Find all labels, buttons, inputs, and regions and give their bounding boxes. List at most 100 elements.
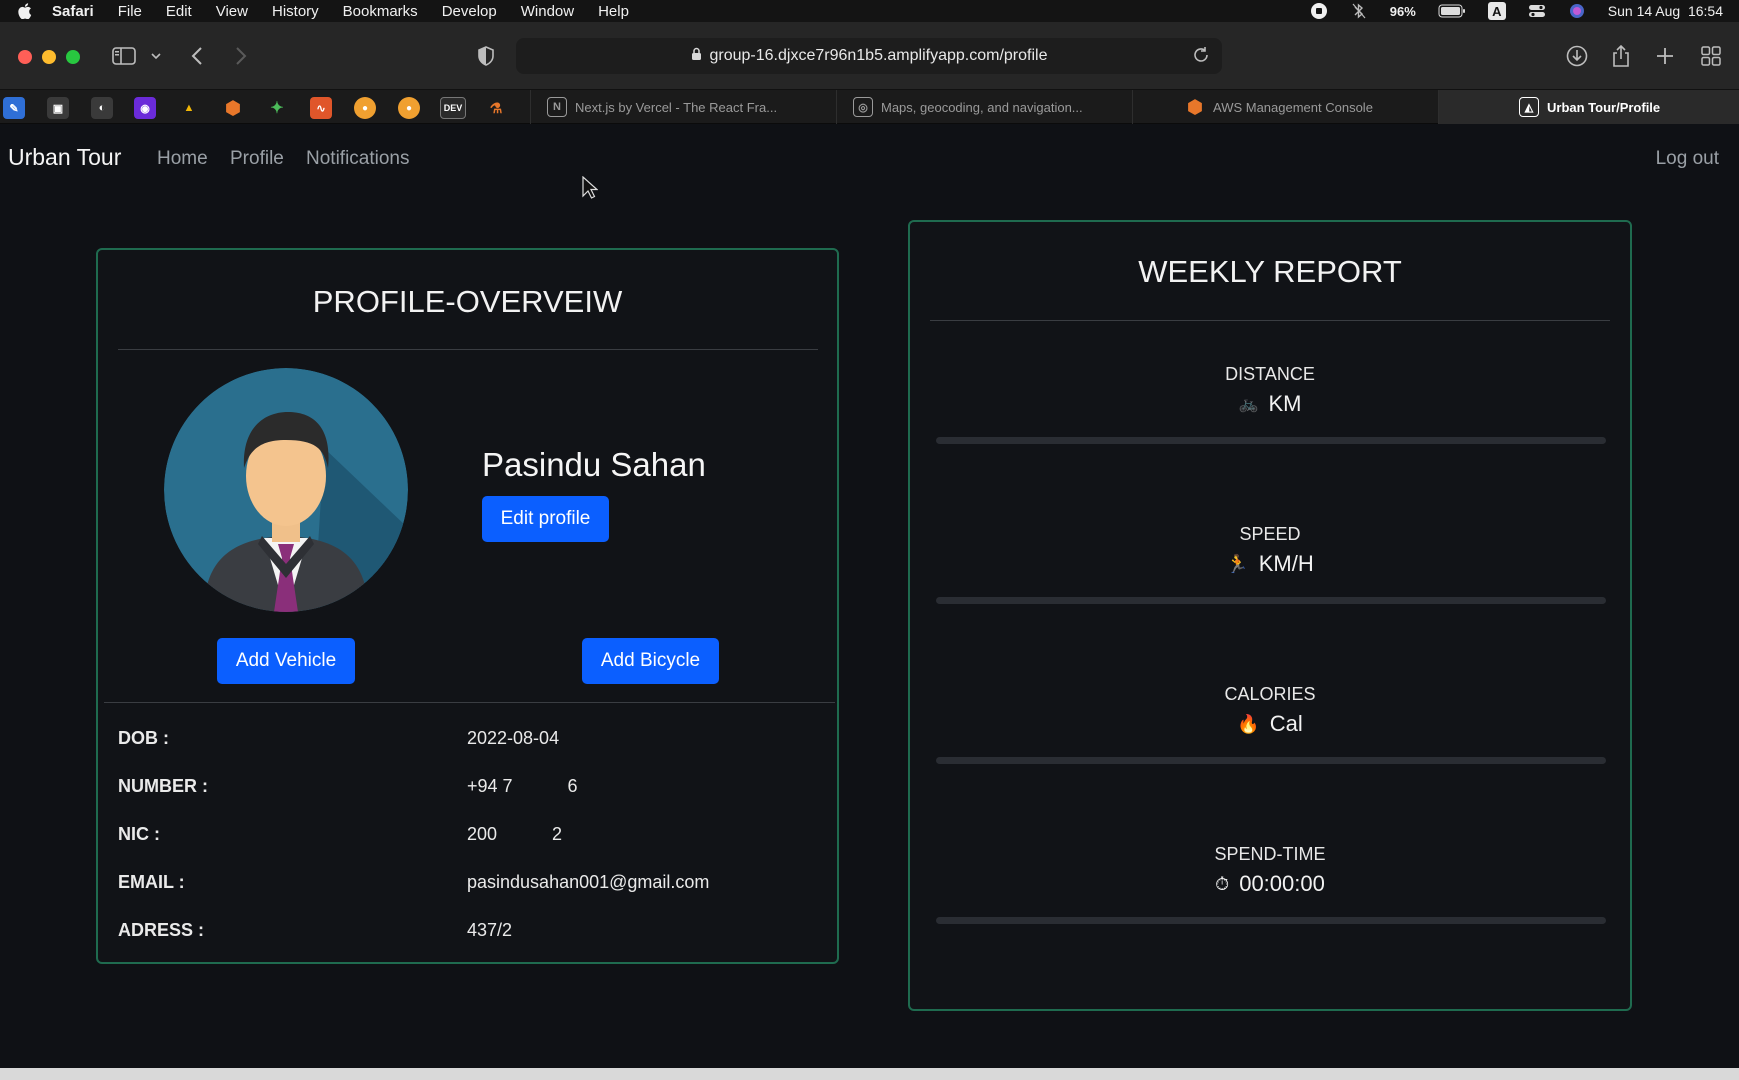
profile-card-title: PROFILE-OVERVEIW <box>312 284 623 319</box>
calories-label: CALORIES <box>1224 684 1316 704</box>
tab-title: Next.js by Vercel - The React Fra... <box>575 99 778 115</box>
minimize-window-button[interactable] <box>42 50 56 64</box>
distance-label: DISTANCE <box>1225 364 1315 384</box>
menu-view[interactable]: View <box>216 3 248 20</box>
info-row-address: ADRESS : 437/2 <box>118 920 818 944</box>
bluetooth-off-icon[interactable] <box>1350 2 1368 20</box>
tab-title: AWS Management Console <box>1213 99 1373 115</box>
brand-logo[interactable]: Urban Tour <box>8 144 121 171</box>
battery-icon[interactable] <box>1438 2 1466 20</box>
menu-history[interactable]: History <box>272 3 319 20</box>
spend-time-label: SPEND-TIME <box>1214 844 1326 864</box>
title-divider <box>118 349 818 350</box>
zoom-window-button[interactable] <box>66 50 80 64</box>
dob-label: DOB : <box>118 728 169 748</box>
tab-overview-icon[interactable] <box>1698 40 1724 72</box>
nav-notifications[interactable]: Notifications <box>306 148 410 170</box>
favorite-4-icon[interactable]: ◉ <box>134 97 156 119</box>
chevron-down-icon[interactable] <box>148 40 164 72</box>
add-vehicle-button[interactable]: Add Vehicle <box>217 638 355 684</box>
edit-profile-button[interactable]: Edit profile <box>482 496 609 542</box>
tab-nextjs[interactable]: N Next.js by Vercel - The React Fra... <box>530 90 826 124</box>
favorite-2-icon[interactable]: ▣ <box>47 97 69 119</box>
stopwatch-icon: ⏱ <box>1215 873 1230 894</box>
mouse-cursor-icon <box>582 175 599 205</box>
back-icon[interactable] <box>186 40 208 72</box>
github-icon[interactable]: ◐ <box>91 97 113 119</box>
report-card-title: WEEKLY REPORT <box>1138 254 1402 289</box>
url-text: group-16.djxce7r96n1b5.amplifyapp.com/pr… <box>709 47 1048 64</box>
close-window-button[interactable] <box>18 50 32 64</box>
aws-favorite-icon[interactable]: ⬢ <box>222 97 244 119</box>
address-value: 437/2 <box>467 920 513 940</box>
favorite-12-icon[interactable]: ⚗ <box>485 97 507 119</box>
privacy-shield-icon[interactable] <box>474 40 498 72</box>
spend-time-value: 00:00:00 <box>1239 871 1325 896</box>
nic-value: 200 2 <box>467 824 563 844</box>
nav-profile[interactable]: Profile <box>230 148 284 170</box>
report-title-divider <box>930 320 1610 321</box>
control-center-icon[interactable] <box>1528 2 1546 20</box>
add-bicycle-button[interactable]: Add Bicycle <box>582 638 719 684</box>
favorite-9-icon[interactable]: ● <box>354 97 376 119</box>
new-tab-icon[interactable] <box>1653 40 1677 72</box>
dob-value: 2022-08-04 <box>467 728 560 748</box>
menu-develop[interactable]: Develop <box>442 3 497 20</box>
email-value: pasindusahan001@gmail.com <box>467 872 710 892</box>
menu-edit[interactable]: Edit <box>166 3 192 20</box>
favorite-8-icon[interactable]: ∿ <box>310 97 332 119</box>
info-row-number: NUMBER : +94 7 6 <box>118 776 818 800</box>
runner-icon: 🏃 <box>1226 553 1249 574</box>
sidebar-toggle-icon[interactable] <box>110 40 138 72</box>
macos-menu-bar: Safari File Edit View History Bookmarks … <box>0 0 1739 22</box>
logout-link[interactable]: Log out <box>1656 148 1719 170</box>
tab-title: Maps, geocoding, and navigation... <box>881 99 1083 115</box>
tab-aws-console[interactable]: ⬢ AWS Management Console <box>1132 90 1438 124</box>
google-drive-icon[interactable]: ▲ <box>178 97 200 119</box>
tab-maps[interactable]: ◎ Maps, geocoding, and navigation... <box>836 90 1132 124</box>
address-bar[interactable]: group-16.djxce7r96n1b5.amplifyapp.com/pr… <box>516 38 1222 74</box>
calories-progress-bar <box>936 757 1606 764</box>
favorite-1-icon[interactable]: ✎ <box>3 97 25 119</box>
menubar-datetime[interactable]: Sun 14 Aug 16:54 <box>1608 3 1723 19</box>
spend-time-progress-bar <box>936 917 1606 924</box>
amplify-icon: ◭ <box>1519 97 1539 117</box>
favorite-7-icon[interactable]: ✦ <box>266 97 288 119</box>
metric-calories: CALORIES 🔥 Cal <box>910 684 1630 737</box>
lock-icon <box>691 47 702 66</box>
menu-bookmarks[interactable]: Bookmarks <box>343 3 418 20</box>
input-source-icon[interactable]: A <box>1487 2 1506 20</box>
speed-value: KM/H <box>1258 551 1314 576</box>
distance-progress-bar <box>936 437 1606 444</box>
tab-bar: ✎ ▣ ◐ ◉ ▲ ⬢ ✦ ∿ ● ● DEV ⚗ N Next.js by V… <box>0 90 1739 124</box>
aws-icon: ⬢ <box>1187 96 1203 117</box>
maps-icon: ◎ <box>853 97 873 117</box>
nav-home[interactable]: Home <box>157 148 208 170</box>
reload-icon[interactable] <box>1192 46 1210 69</box>
apple-menu-icon[interactable] <box>16 2 34 20</box>
tab-urban-tour-profile[interactable]: ◭ Urban Tour/Profile <box>1438 90 1739 124</box>
battery-percent: 96% <box>1389 3 1416 19</box>
address-label: ADRESS : <box>118 920 205 940</box>
menu-window[interactable]: Window <box>521 3 574 20</box>
info-row-email: EMAIL : pasindusahan001@gmail.com <box>118 872 818 896</box>
siri-icon[interactable] <box>1568 2 1586 20</box>
site-navbar: Urban Tour Home Profile Notifications Lo… <box>0 124 1739 190</box>
screen-record-icon[interactable] <box>1310 2 1328 20</box>
nextjs-icon: N <box>547 97 567 117</box>
downloads-icon[interactable] <box>1564 40 1590 72</box>
number-label: NUMBER : <box>118 776 208 796</box>
nic-label: NIC : <box>118 824 160 844</box>
forward-icon[interactable] <box>230 40 252 72</box>
metric-speed: SPEED 🏃 KM/H <box>910 524 1630 577</box>
menu-app-name[interactable]: Safari <box>52 3 94 20</box>
window-bottom-edge <box>0 1068 1739 1080</box>
favorite-10-icon[interactable]: ● <box>398 97 420 119</box>
browser-toolbar: group-16.djxce7r96n1b5.amplifyapp.com/pr… <box>0 22 1739 90</box>
menu-file[interactable]: File <box>118 3 142 20</box>
speed-label: SPEED <box>1239 524 1301 544</box>
share-icon[interactable] <box>1608 40 1634 72</box>
fire-icon: 🔥 <box>1237 713 1260 734</box>
menu-help[interactable]: Help <box>598 3 629 20</box>
dev-to-icon[interactable]: DEV <box>440 97 466 119</box>
